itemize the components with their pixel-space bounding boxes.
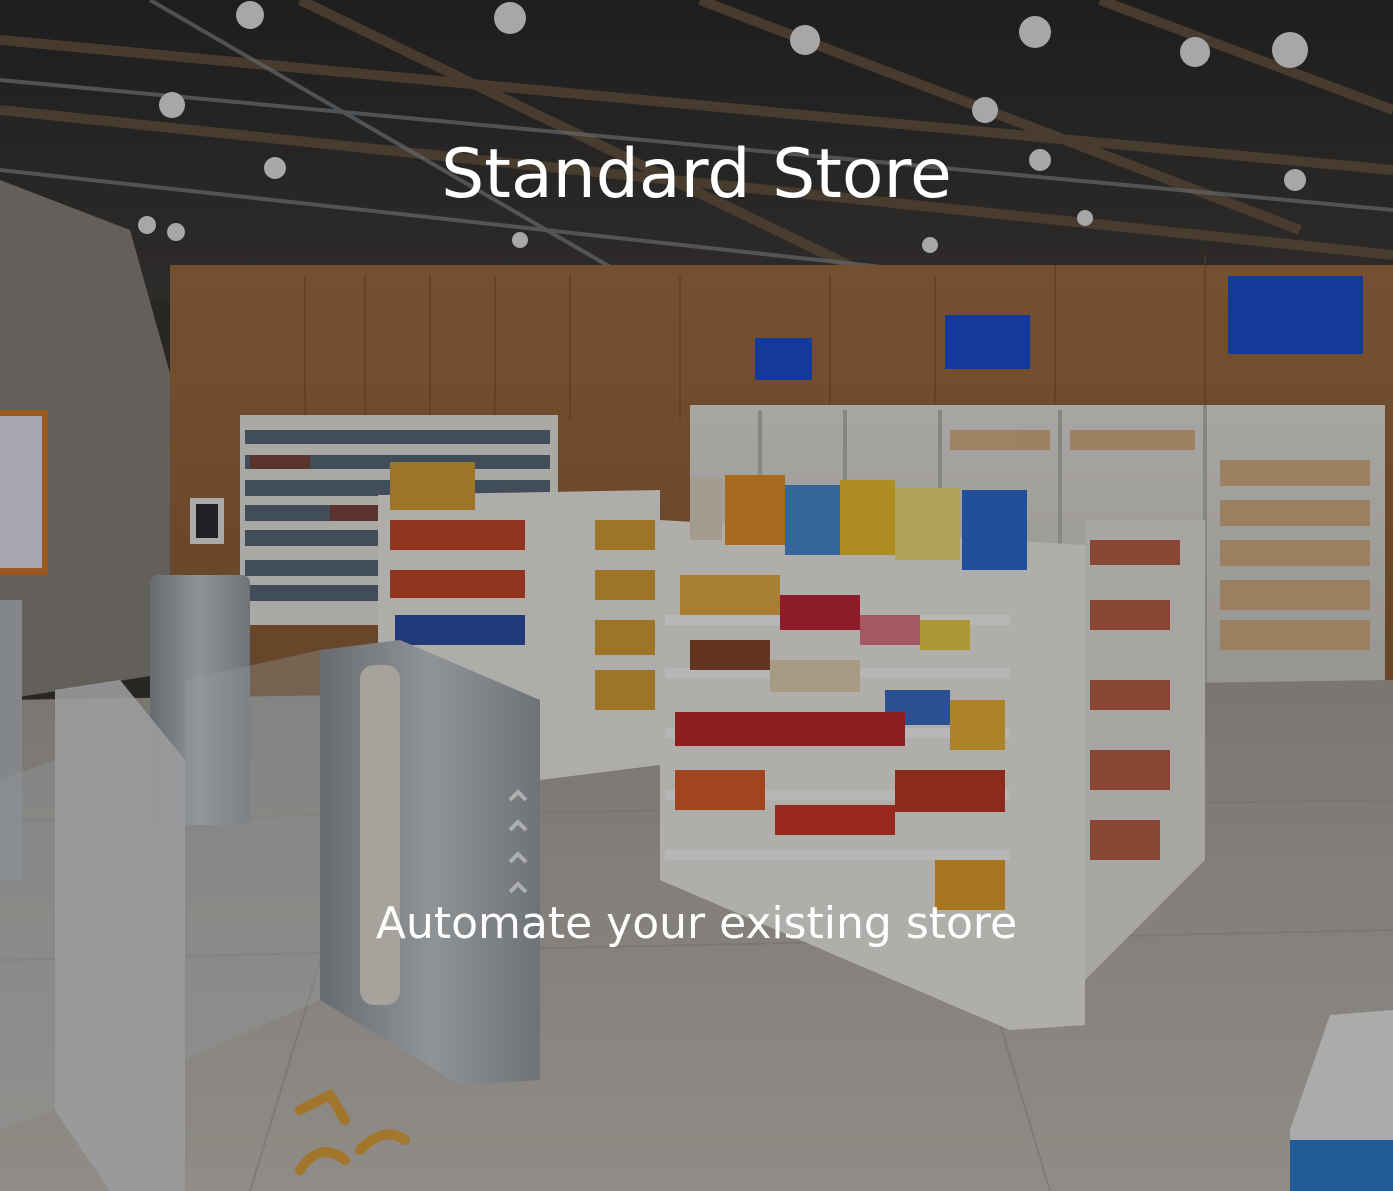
hero-title: Standard Store: [441, 135, 952, 214]
hero-subtitle: Automate your existing store: [375, 898, 1018, 949]
hero-section: Standard Store Automate your existing st…: [0, 0, 1393, 1191]
